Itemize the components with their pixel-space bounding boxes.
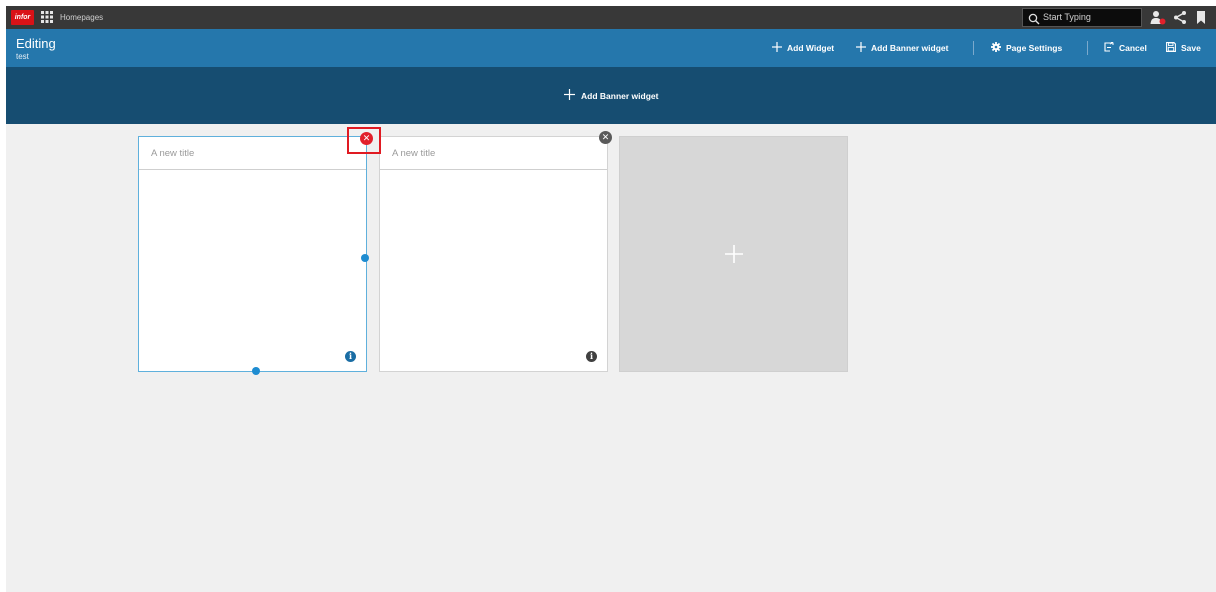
cancel-label: Cancel (1119, 43, 1147, 53)
add-banner-widget-label: Add Banner widget (871, 43, 949, 53)
widget-card[interactable]: A new title i (379, 136, 608, 372)
search-input[interactable]: Start Typing (1022, 8, 1142, 27)
widget-header: A new title (380, 137, 607, 170)
highlight-box (347, 127, 381, 154)
bookmark-icon[interactable] (1196, 11, 1206, 24)
share-icon[interactable] (1173, 10, 1187, 25)
add-widget-label: Add Widget (787, 43, 835, 53)
app-name: Homepages (60, 13, 104, 22)
widget-title[interactable]: A new title (392, 137, 435, 170)
page-settings-button[interactable]: Page Settings (991, 29, 1062, 67)
homepages-editor: infor Homepages Start Typing Editing tes… (6, 6, 1216, 592)
toolbar-divider (973, 41, 974, 55)
plus-icon (620, 137, 847, 371)
resize-handle-bottom[interactable] (252, 367, 260, 375)
save-button[interactable]: Save (1166, 29, 1201, 67)
add-banner-widget-button[interactable]: Add Banner widget (856, 29, 948, 67)
widget-title[interactable]: A new title (151, 137, 194, 170)
toolbar-divider (1087, 41, 1088, 55)
exit-icon (1104, 42, 1114, 54)
gear-icon (991, 42, 1001, 54)
add-banner-widget-label: Add Banner widget (581, 90, 659, 101)
infor-logo[interactable]: infor (11, 10, 34, 25)
remove-widget-icon[interactable]: ✕ (599, 131, 612, 144)
top-bar: infor Homepages Start Typing (6, 6, 1216, 29)
plus-icon (772, 42, 782, 54)
banner-area: Add Banner widget (6, 67, 1216, 124)
search-icon (1028, 12, 1040, 25)
add-banner-widget-button[interactable]: Add Banner widget (564, 67, 658, 124)
add-widget-button[interactable]: Add Widget (772, 29, 834, 67)
edit-header: Editing test Add Widget Add Banner widge… (6, 29, 1216, 67)
page-settings-label: Page Settings (1006, 43, 1063, 53)
page-subtitle: test (16, 52, 29, 61)
info-icon[interactable]: i (586, 351, 597, 362)
resize-handle-right[interactable] (361, 254, 369, 262)
plus-icon (564, 89, 575, 102)
widget-header: A new title (139, 137, 366, 170)
apps-grid-icon[interactable] (41, 11, 53, 23)
page-title: Editing (16, 36, 56, 51)
search-placeholder: Start Typing (1043, 12, 1091, 22)
add-widget-tile[interactable] (619, 136, 848, 372)
info-icon[interactable]: i (345, 351, 356, 362)
widget-card[interactable]: A new title i (138, 136, 367, 372)
user-icon[interactable] (1150, 10, 1166, 25)
save-icon (1166, 42, 1176, 54)
save-label: Save (1181, 43, 1201, 53)
cancel-button[interactable]: Cancel (1104, 29, 1147, 67)
plus-icon (856, 42, 866, 54)
